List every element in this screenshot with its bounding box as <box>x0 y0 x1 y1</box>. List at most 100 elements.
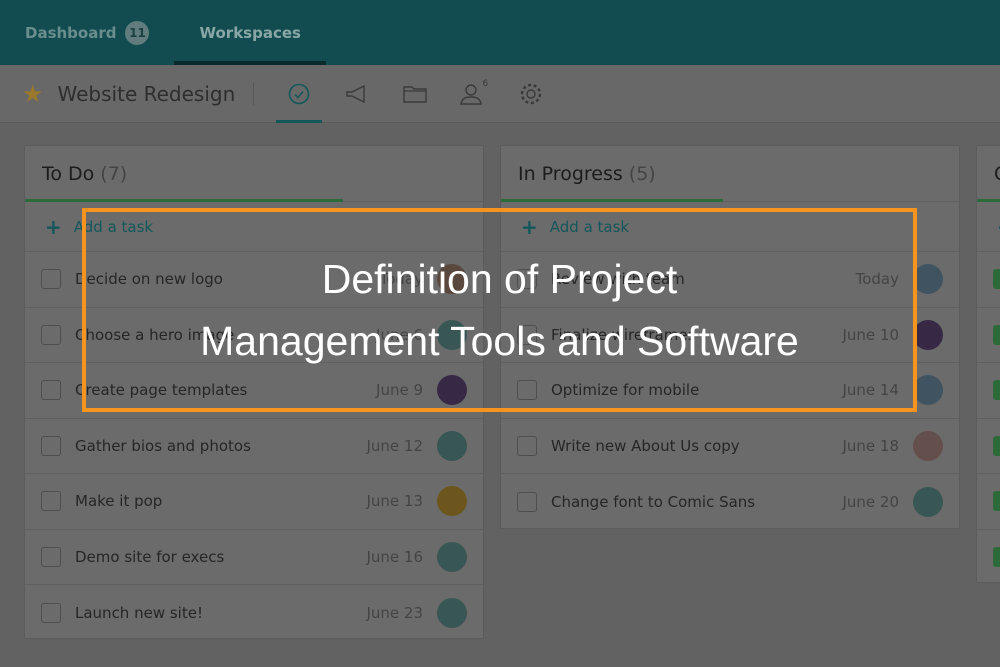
task-checkbox-checked[interactable] <box>993 324 1000 345</box>
column-header: C <box>977 146 1000 202</box>
announcements-tab[interactable] <box>334 65 380 123</box>
task-checkbox-checked[interactable] <box>993 435 1000 456</box>
column-title: In Progress <box>518 162 623 185</box>
task-checkbox[interactable] <box>517 380 537 401</box>
column-title: To Do <box>42 162 95 185</box>
task-name: Write new About Us copy <box>551 436 740 455</box>
task-name: Change font to Comic Sans <box>551 492 756 511</box>
task-checkbox[interactable] <box>517 269 537 290</box>
task-name: Gather bios and photos <box>75 436 251 455</box>
plus-icon: + <box>521 214 538 239</box>
add-task-button[interactable]: + Add a task <box>501 202 959 252</box>
task-checkbox[interactable] <box>517 324 537 345</box>
task-due-date: Today <box>855 270 899 289</box>
column-header: To Do (7) <box>25 146 483 202</box>
avatar[interactable] <box>913 319 943 350</box>
task-row[interactable]: Change font to Comic Sans June 20 <box>501 474 959 530</box>
column-completed: C + <box>976 145 1000 583</box>
task-row[interactable] <box>977 474 1000 530</box>
tasks-tab[interactable] <box>276 65 323 123</box>
task-checkbox[interactable] <box>41 380 61 401</box>
column-header: In Progress (5) <box>501 146 959 202</box>
task-due-date: June 13 <box>366 492 423 511</box>
megaphone-icon <box>346 84 365 103</box>
add-task-button[interactable]: + Add a task <box>25 202 483 252</box>
task-row[interactable]: Demo site for execs June 16 <box>25 530 483 585</box>
avatar[interactable] <box>437 375 467 406</box>
task-due-date: June 10 <box>842 325 899 344</box>
avatar[interactable] <box>437 264 467 295</box>
star-icon[interactable]: ★ <box>22 80 44 108</box>
avatar[interactable] <box>913 430 943 461</box>
task-row[interactable]: Write new About Us copy June 18 <box>501 419 959 474</box>
avatar[interactable] <box>437 486 467 517</box>
top-nav: Dashboard 11 Workspaces <box>0 0 1000 65</box>
task-row[interactable]: Choose a hero image June 6 <box>25 308 483 363</box>
avatar[interactable] <box>437 597 467 628</box>
column-todo: To Do (7) + Add a task Decide on new logo Tod… <box>24 145 484 639</box>
settings-tab[interactable] <box>508 65 554 123</box>
task-checkbox-checked[interactable] <box>993 547 1000 568</box>
task-row[interactable]: Finalize wireframes June 10 <box>501 308 959 363</box>
task-count: (5) <box>628 162 656 185</box>
task-due-date: June 12 <box>366 436 423 455</box>
task-checkbox[interactable] <box>41 546 61 567</box>
task-row[interactable]: Decide on new logo Today <box>25 252 483 308</box>
tab-label: Workspaces <box>199 23 301 42</box>
avatar[interactable] <box>913 375 943 406</box>
task-checkbox-checked[interactable] <box>993 380 1000 401</box>
task-due-date: June 6 <box>376 325 423 344</box>
task-name: Launch new site! <box>75 603 203 622</box>
task-row[interactable] <box>977 252 1000 308</box>
task-row[interactable] <box>977 308 1000 363</box>
task-row[interactable]: Launch new site! June 23 <box>25 585 483 641</box>
task-due-date: June 20 <box>842 492 899 511</box>
members-tab[interactable]: 6 <box>450 65 496 123</box>
task-checkbox[interactable] <box>41 435 61 456</box>
check-circle-icon <box>288 83 310 104</box>
avatar[interactable] <box>437 319 467 350</box>
task-checkbox[interactable] <box>41 269 61 290</box>
tab-dashboard[interactable]: Dashboard 11 <box>0 0 174 65</box>
task-row[interactable]: Create page templates June 9 <box>25 363 483 419</box>
avatar[interactable] <box>437 430 467 461</box>
task-count: (7) <box>100 162 128 185</box>
task-row[interactable]: Make it pop June 13 <box>25 474 483 530</box>
task-name: Optimize for mobile <box>551 381 700 400</box>
task-row[interactable] <box>977 530 1000 583</box>
plus-icon: + <box>45 214 62 239</box>
notification-badge: 11 <box>125 20 150 45</box>
task-checkbox[interactable] <box>41 602 61 623</box>
task-checkbox[interactable] <box>41 491 61 512</box>
task-row[interactable]: Optimize for mobile June 14 <box>501 363 959 419</box>
project-title: Website Redesign <box>57 81 236 106</box>
folder-icon <box>403 85 427 103</box>
task-checkbox-checked[interactable] <box>993 269 1000 290</box>
task-row[interactable]: Review with team Today <box>501 252 959 308</box>
task-due-date: June 9 <box>376 381 423 400</box>
task-row[interactable]: Gather bios and photos June 12 <box>25 419 483 474</box>
add-task-button[interactable]: + <box>977 202 1000 252</box>
gear-icon <box>521 83 542 104</box>
column-title: C <box>994 163 1000 185</box>
task-row[interactable] <box>977 419 1000 474</box>
task-checkbox-checked[interactable] <box>993 491 1000 512</box>
task-checkbox[interactable] <box>41 324 61 345</box>
files-tab[interactable] <box>392 65 438 123</box>
avatar[interactable] <box>913 264 943 295</box>
task-row[interactable] <box>977 363 1000 419</box>
task-name: Finalize wireframes <box>551 325 696 344</box>
task-checkbox[interactable] <box>517 435 537 456</box>
tab-workspaces[interactable]: Workspaces <box>174 0 327 65</box>
task-name: Create page templates <box>75 381 248 400</box>
task-due-date: June 23 <box>366 603 423 622</box>
avatar[interactable] <box>913 486 943 517</box>
avatar[interactable] <box>437 541 467 572</box>
task-checkbox[interactable] <box>517 491 537 512</box>
task-name: Make it pop <box>75 492 163 511</box>
divider <box>253 82 255 105</box>
task-name: Demo site for execs <box>75 547 225 566</box>
column-in-progress: In Progress (5) + Add a task Review with tea… <box>500 145 960 529</box>
members-count: 6 <box>482 78 489 89</box>
task-name: Decide on new logo <box>75 270 223 289</box>
